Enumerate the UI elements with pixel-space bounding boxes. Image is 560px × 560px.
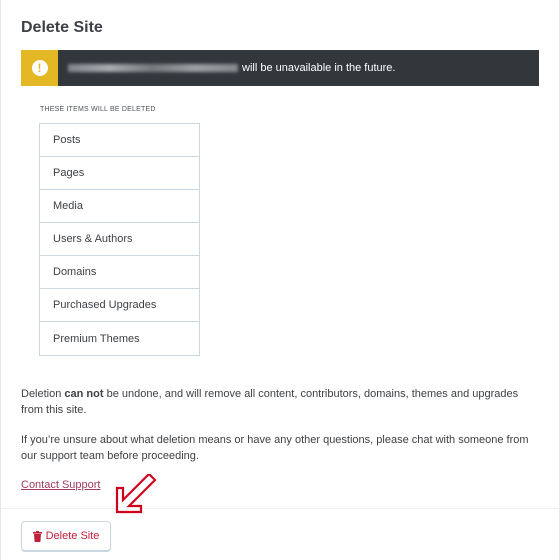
notice-text: will be unavailable in the future. bbox=[242, 62, 396, 74]
trash-icon bbox=[32, 530, 42, 542]
list-item: Posts bbox=[40, 124, 199, 157]
delete-site-card: Delete Site ! will be unavailable in the… bbox=[0, 0, 560, 560]
delete-site-button[interactable]: Delete Site bbox=[21, 521, 111, 552]
notice-icon-box: ! bbox=[21, 50, 58, 86]
list-item: Media bbox=[40, 190, 199, 223]
list-item: Premium Themes bbox=[53, 332, 140, 345]
deleted-items-list: Posts Pages Media Users & Authors Domain… bbox=[39, 123, 200, 356]
annotation-arrow-icon bbox=[115, 474, 157, 514]
warning-emphasis: can not bbox=[64, 388, 104, 400]
help-text: If you’re unsure about what deletion mea… bbox=[21, 434, 529, 462]
list-item: Purchased Upgrades bbox=[40, 289, 199, 322]
contact-support-link[interactable]: Contact Support bbox=[21, 479, 101, 491]
list-item: Pages bbox=[40, 157, 199, 190]
delete-site-label: Delete Site bbox=[45, 530, 100, 542]
deleted-items-heading: THESE ITEMS WILL BE DELETED bbox=[40, 106, 156, 113]
list-item: Users & Authors bbox=[40, 223, 199, 256]
redacted-site-name bbox=[68, 64, 238, 72]
warning-prefix: Deletion bbox=[21, 388, 65, 400]
alert-icon: ! bbox=[31, 60, 48, 76]
deletion-warning-text: Deletion can not be undone, and will rem… bbox=[21, 386, 541, 418]
list-item: Domains bbox=[40, 256, 199, 289]
footer-divider bbox=[1, 508, 560, 509]
page-title: Delete Site bbox=[21, 19, 103, 36]
warning-notice: ! will be unavailable in the future. bbox=[21, 50, 539, 86]
